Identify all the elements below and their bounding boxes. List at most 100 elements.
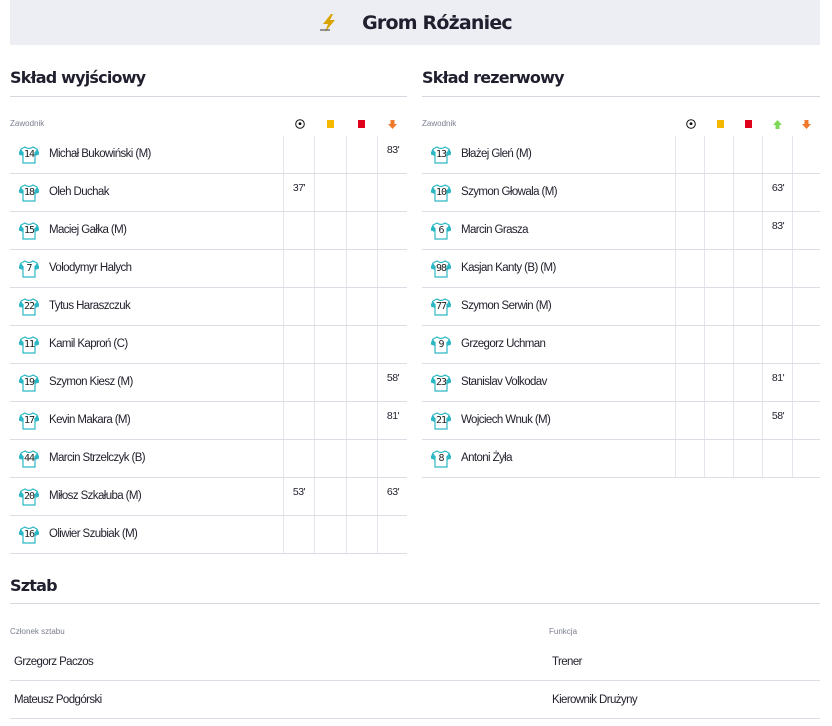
event-cell-yellow bbox=[704, 136, 733, 173]
player-name[interactable]: Michał Bukowiński (M) bbox=[49, 148, 151, 160]
player-row[interactable]: 17 Kevin Makara (M) 81' bbox=[10, 402, 407, 440]
player-row[interactable]: 22 Tytus Haraszczuk bbox=[10, 288, 407, 326]
player-name[interactable]: Kevin Makara (M) bbox=[49, 414, 131, 426]
sub-in-icon bbox=[772, 119, 782, 129]
event-cell-yellow bbox=[314, 326, 346, 363]
event-cell-out bbox=[377, 326, 407, 363]
shirt-number: 10 bbox=[435, 187, 447, 198]
col-header-player: Zawodnik bbox=[422, 119, 457, 128]
team-header: Grom Różaniec bbox=[10, 0, 820, 45]
shirt-number: 98 bbox=[435, 263, 447, 274]
player-name[interactable]: Marcin Grasza bbox=[461, 224, 529, 236]
event-minute: 83' bbox=[771, 220, 785, 232]
divider bbox=[10, 96, 407, 97]
event-minute: 83' bbox=[386, 144, 400, 156]
player-name[interactable]: Maciej Gałka (M) bbox=[49, 224, 127, 236]
event-cell-in bbox=[762, 136, 792, 173]
player-row[interactable]: 8 Antoni Żyła bbox=[422, 440, 820, 478]
player-name[interactable]: Kamil Kaproń (C) bbox=[49, 338, 128, 350]
event-cell-goal bbox=[675, 326, 704, 363]
event-cell-out: 63' bbox=[377, 478, 407, 515]
starting-lineup-title: Skład wyjściowy bbox=[10, 68, 146, 87]
player-row[interactable]: 7 Volodymyr Halych bbox=[10, 250, 407, 288]
shirt-number: 16 bbox=[23, 529, 35, 540]
player-name[interactable]: Szymon Kiesz (M) bbox=[49, 376, 133, 388]
event-cell-yellow bbox=[704, 326, 733, 363]
event-cell-red bbox=[346, 402, 377, 439]
staff-role: Trener bbox=[552, 656, 582, 668]
event-minute: 63' bbox=[771, 182, 785, 194]
player-row[interactable]: 14 Michał Bukowiński (M) 83' bbox=[10, 136, 407, 174]
player-name[interactable]: Tytus Haraszczuk bbox=[49, 300, 131, 312]
player-row[interactable]: 23 Stanislav Volkodav 81' bbox=[422, 364, 820, 402]
event-cell-yellow bbox=[314, 212, 346, 249]
event-cell-goal bbox=[283, 326, 314, 363]
shirt-number: 7 bbox=[26, 263, 32, 274]
player-row[interactable]: 10 Szymon Głowala (M) 63' bbox=[422, 174, 820, 212]
event-cell-out: 58' bbox=[377, 364, 407, 401]
event-minute: 53' bbox=[292, 486, 306, 498]
red-card-icon bbox=[356, 119, 366, 129]
player-name[interactable]: Grzegorz Uchman bbox=[461, 338, 546, 350]
event-cell-red bbox=[733, 288, 762, 325]
player-name[interactable]: Stanislav Volkodav bbox=[461, 376, 547, 388]
event-minute: 81' bbox=[771, 372, 785, 384]
staff-name: Mateusz Podgórski bbox=[14, 694, 102, 706]
event-minute: 58' bbox=[771, 410, 785, 422]
shirt-icon: 9 bbox=[431, 336, 451, 354]
shirt-icon: 8 bbox=[431, 450, 451, 468]
event-minute: 58' bbox=[386, 372, 400, 384]
player-row[interactable]: 9 Grzegorz Uchman bbox=[422, 326, 820, 364]
shirt-icon: 77 bbox=[431, 298, 451, 316]
player-row[interactable]: 16 Oliwier Szubiak (M) bbox=[10, 516, 407, 554]
lightning-bolt-logo bbox=[318, 13, 340, 33]
event-cell-yellow bbox=[704, 250, 733, 287]
player-row[interactable]: 13 Błażej Gleń (M) bbox=[422, 136, 820, 174]
player-row[interactable]: 98 Kasjan Kanty (B) (M) bbox=[422, 250, 820, 288]
event-cell-out bbox=[792, 326, 820, 363]
event-cell-yellow bbox=[314, 364, 346, 401]
player-name[interactable]: Marcin Strzelczyk (B) bbox=[49, 452, 146, 464]
event-cell-out bbox=[792, 136, 820, 173]
event-cell-yellow bbox=[704, 440, 733, 477]
event-minute: 37' bbox=[292, 182, 306, 194]
player-name[interactable]: Wojciech Wnuk (M) bbox=[461, 414, 551, 426]
player-row[interactable]: 44 Marcin Strzelczyk (B) bbox=[10, 440, 407, 478]
player-row[interactable]: 11 Kamil Kaproń (C) bbox=[10, 326, 407, 364]
event-cell-out: 83' bbox=[377, 136, 407, 173]
shirt-icon: 15 bbox=[19, 222, 39, 240]
player-name[interactable]: Antoni Żyła bbox=[461, 452, 513, 464]
event-cell-out bbox=[792, 440, 820, 477]
player-name[interactable]: Oleh Duchak bbox=[49, 186, 109, 198]
player-name[interactable]: Szymon Serwin (M) bbox=[461, 300, 552, 312]
event-cell-red bbox=[346, 440, 377, 477]
event-cell-red bbox=[733, 136, 762, 173]
shirt-number: 13 bbox=[435, 149, 447, 160]
player-name[interactable]: Błażej Gleń (M) bbox=[461, 148, 532, 160]
event-cell-out bbox=[792, 174, 820, 211]
shirt-icon: 44 bbox=[19, 450, 39, 468]
player-row[interactable]: 6 Marcin Grasza 83' bbox=[422, 212, 820, 250]
player-name[interactable]: Kasjan Kanty (B) (M) bbox=[461, 262, 556, 274]
event-cell-goal bbox=[675, 212, 704, 249]
shirt-icon: 18 bbox=[19, 184, 39, 202]
event-cell-yellow bbox=[314, 174, 346, 211]
event-cell-red bbox=[346, 478, 377, 515]
event-cell-out bbox=[792, 364, 820, 401]
player-row[interactable]: 15 Maciej Gałka (M) bbox=[10, 212, 407, 250]
shirt-icon: 13 bbox=[431, 146, 451, 164]
player-row[interactable]: 77 Szymon Serwin (M) bbox=[422, 288, 820, 326]
player-row[interactable]: 19 Szymon Kiesz (M) 58' bbox=[10, 364, 407, 402]
player-name[interactable]: Volodymyr Halych bbox=[49, 262, 132, 274]
player-row[interactable]: 20 Miłosz Szkałuba (M) 53' 63' bbox=[10, 478, 407, 516]
player-name[interactable]: Oliwier Szubiak (M) bbox=[49, 528, 138, 540]
event-cell-in bbox=[762, 250, 792, 287]
shirt-icon: 16 bbox=[19, 526, 39, 544]
event-cell-yellow bbox=[314, 288, 346, 325]
player-name[interactable]: Miłosz Szkałuba (M) bbox=[49, 490, 142, 502]
event-cell-goal: 53' bbox=[283, 478, 314, 515]
shirt-icon: 20 bbox=[19, 488, 39, 506]
player-row[interactable]: 21 Wojciech Wnuk (M) 58' bbox=[422, 402, 820, 440]
player-name[interactable]: Szymon Głowala (M) bbox=[461, 186, 558, 198]
player-row[interactable]: 18 Oleh Duchak 37' bbox=[10, 174, 407, 212]
